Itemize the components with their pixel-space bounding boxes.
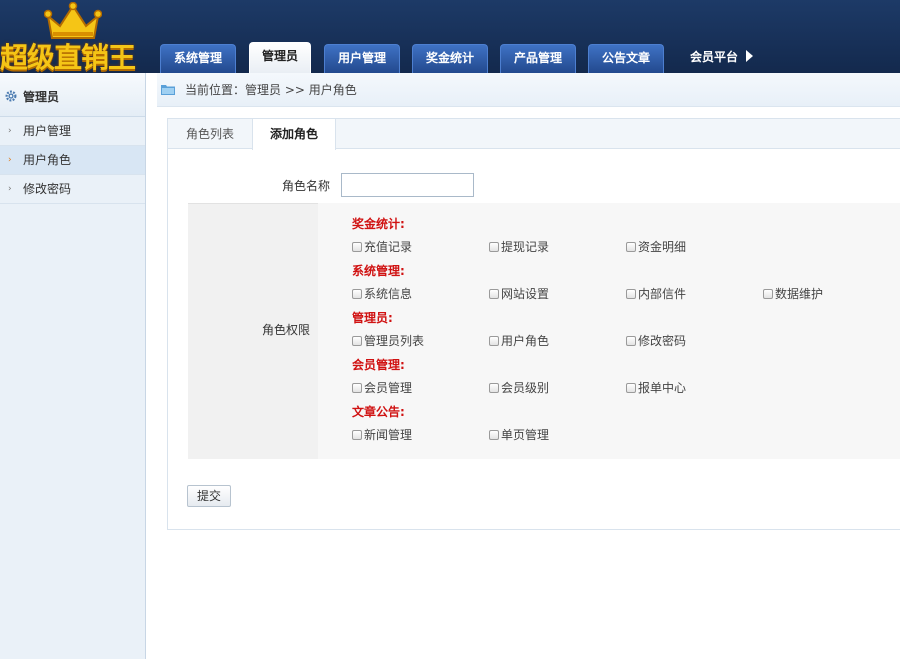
checkbox-icon <box>352 289 362 299</box>
checkbox-icon <box>489 289 499 299</box>
permissions-area: 奖金统计: 充值记录 提现记录 资金明细 系统管理: 系统信息 网站设置 内部信… <box>318 203 900 459</box>
role-name-input[interactable] <box>341 173 474 197</box>
checkbox-internal-mail[interactable]: 内部信件 <box>626 285 686 302</box>
member-platform-label: 会员平台 <box>690 50 739 64</box>
checkbox-withdraw-records[interactable]: 提现记录 <box>489 238 549 255</box>
sidebar-item-label: 修改密码 <box>23 182 72 196</box>
tab-add-role[interactable]: 添加角色 <box>252 119 336 150</box>
chevron-right-icon: › <box>8 184 12 194</box>
checkbox-icon <box>352 383 362 393</box>
group-title-bonus: 奖金统计: <box>352 217 405 231</box>
top-header: 超级直销王 系统管理 管理员 用户管理 奖金统计 产品管理 公告文章 会员平台 <box>0 0 900 74</box>
checkbox-label: 提现记录 <box>501 240 550 254</box>
checkbox-label: 管理员列表 <box>364 334 425 348</box>
checkbox-label: 充值记录 <box>364 240 413 254</box>
checkbox-label: 报单中心 <box>638 381 687 395</box>
checkbox-icon <box>626 383 636 393</box>
checkbox-label: 新闻管理 <box>364 428 413 442</box>
checkbox-member-levels[interactable]: 会员级别 <box>489 379 549 396</box>
sidebar-item-label: 用户管理 <box>23 124 72 138</box>
nav-tab-announcements[interactable]: 公告文章 <box>588 44 664 73</box>
group-title-system: 系统管理: <box>352 264 405 278</box>
chevron-right-icon: › <box>8 126 12 136</box>
checkbox-icon <box>352 242 362 252</box>
permissions-label: 角色权限 <box>261 323 310 337</box>
checkbox-icon <box>489 430 499 440</box>
checkbox-site-settings[interactable]: 网站设置 <box>489 285 549 302</box>
sidebar-item-user-roles[interactable]: › 用户角色 <box>0 146 145 175</box>
checkbox-data-maintenance[interactable]: 数据维护 <box>763 285 823 302</box>
member-platform-link[interactable]: 会员平台 <box>690 44 754 73</box>
checkbox-change-password[interactable]: 修改密码 <box>626 332 686 349</box>
checkbox-admin-list[interactable]: 管理员列表 <box>352 332 424 349</box>
checkbox-label: 系统信息 <box>364 287 413 301</box>
chevron-right-icon: › <box>8 155 12 165</box>
checkbox-label: 用户角色 <box>501 334 550 348</box>
checkbox-label: 网站设置 <box>501 287 550 301</box>
checkbox-icon <box>489 242 499 252</box>
group-title-admin: 管理员: <box>352 311 393 325</box>
checkbox-member-management[interactable]: 会员管理 <box>352 379 412 396</box>
checkbox-label: 会员级别 <box>501 381 550 395</box>
role-name-label: 角色名称 <box>281 179 330 193</box>
checkbox-icon <box>489 383 499 393</box>
checkbox-user-roles[interactable]: 用户角色 <box>489 332 549 349</box>
checkbox-label: 修改密码 <box>638 334 687 348</box>
checkbox-icon <box>352 336 362 346</box>
nav-tab-admin[interactable]: 管理员 <box>249 42 311 73</box>
checkbox-order-center[interactable]: 报单中心 <box>626 379 686 396</box>
submit-button[interactable]: 提交 <box>187 485 231 507</box>
checkbox-icon <box>489 336 499 346</box>
checkbox-page-management[interactable]: 单页管理 <box>489 426 549 443</box>
role-panel: 角色列表 添加角色 角色名称 角色权限 奖金统计: 充值记录 提现记录 资金明细… <box>167 118 900 530</box>
sidebar-item-change-password[interactable]: › 修改密码 <box>0 175 145 204</box>
checkbox-icon <box>626 289 636 299</box>
breadcrumb: 当前位置：管理员 >> 用户角色 <box>157 73 900 107</box>
breadcrumb-text: 当前位置：管理员 >> 用户角色 <box>185 83 357 97</box>
checkbox-label: 会员管理 <box>364 381 413 395</box>
folder-icon <box>161 85 175 95</box>
main-content: 当前位置：管理员 >> 用户角色 角色列表 添加角色 角色名称 角色权限 奖金统… <box>147 73 900 659</box>
checkbox-recharge-records[interactable]: 充值记录 <box>352 238 412 255</box>
sidebar-item-label: 用户角色 <box>23 153 72 167</box>
tab-role-list[interactable]: 角色列表 <box>168 119 252 149</box>
sidebar-item-user-management[interactable]: › 用户管理 <box>0 117 145 146</box>
nav-tab-system[interactable]: 系统管理 <box>160 44 236 73</box>
checkbox-icon <box>352 430 362 440</box>
nav-tab-users[interactable]: 用户管理 <box>324 44 400 73</box>
sidebar-header: 管理员 <box>0 73 145 117</box>
logo-text: 超级直销王 <box>0 41 136 74</box>
sidebar: 管理员 › 用户管理 › 用户角色 › 修改密码 <box>0 73 146 659</box>
checkbox-label: 单页管理 <box>501 428 550 442</box>
logo: 超级直销王 <box>0 0 148 74</box>
checkbox-fund-details[interactable]: 资金明细 <box>626 238 686 255</box>
nav-tab-bonus[interactable]: 奖金统计 <box>412 44 488 73</box>
checkbox-news-management[interactable]: 新闻管理 <box>352 426 412 443</box>
sidebar-title: 管理员 <box>23 90 60 104</box>
checkbox-icon <box>626 336 636 346</box>
triangle-right-icon <box>746 50 754 62</box>
checkbox-system-info[interactable]: 系统信息 <box>352 285 412 302</box>
group-title-articles: 文章公告: <box>352 405 405 419</box>
checkbox-label: 内部信件 <box>638 287 687 301</box>
checkbox-icon <box>763 289 773 299</box>
group-title-members: 会员管理: <box>352 358 405 372</box>
checkbox-label: 资金明细 <box>638 240 687 254</box>
panel-tabs: 角色列表 添加角色 <box>168 119 900 150</box>
gear-icon <box>5 90 17 102</box>
checkbox-icon <box>626 242 636 252</box>
nav-tab-products[interactable]: 产品管理 <box>500 44 576 73</box>
checkbox-label: 数据维护 <box>775 287 824 301</box>
